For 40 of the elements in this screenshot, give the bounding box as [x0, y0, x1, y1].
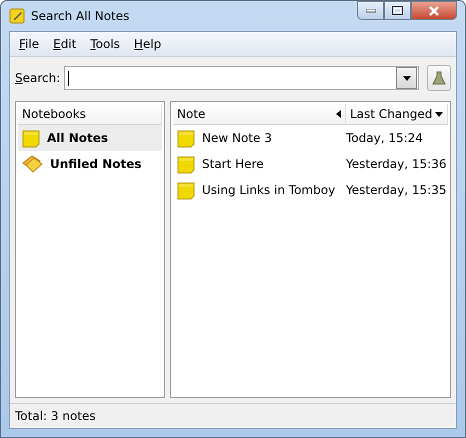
notepad-icon	[9, 8, 25, 24]
note-title: New Note 3	[202, 131, 272, 145]
notebook-icon	[22, 128, 41, 148]
notebook-item[interactable]: Unfiled Notes	[18, 151, 162, 177]
close-icon	[428, 6, 440, 16]
note-icon	[177, 154, 196, 174]
date-cell-text: Yesterday, 15:35	[345, 183, 448, 197]
menu-item[interactable]: File	[14, 35, 44, 53]
note-icon	[177, 128, 196, 148]
minimize-icon	[366, 8, 376, 12]
date-cell-text: Yesterday, 15:36	[345, 157, 448, 171]
menu-item[interactable]: Help	[128, 35, 166, 53]
stacked-notes-icon	[22, 154, 44, 174]
status-text: Total: 3 notes	[15, 409, 96, 423]
note-icon	[177, 180, 196, 200]
maximize-button[interactable]	[384, 1, 411, 20]
caret-icon	[402, 76, 410, 80]
maximize-icon	[392, 6, 403, 15]
close-button[interactable]	[411, 1, 457, 20]
note-title: Start Here	[202, 157, 264, 171]
clean-up-button[interactable]	[427, 65, 451, 91]
column-header[interactable]: Note	[173, 104, 346, 124]
window-title: Search All Notes	[31, 9, 130, 23]
sort-arrow-icon	[435, 112, 443, 116]
flask-icon	[432, 70, 446, 86]
column-header[interactable]: Last Changed	[346, 104, 448, 124]
menu-item[interactable]: Edit	[48, 35, 82, 53]
note-title: Using Links in Tomboy	[202, 183, 336, 197]
column-header[interactable]: Notebooks	[18, 104, 162, 124]
note-row[interactable]: Using Links in Tomboy Yesterday, 15:35	[173, 177, 448, 203]
menu-item[interactable]: Tools	[85, 35, 125, 53]
sort-arrow-icon	[336, 110, 341, 118]
search-field[interactable]	[64, 66, 419, 90]
search-label: Search:	[15, 71, 60, 85]
dropdown-button[interactable]	[396, 67, 417, 89]
notebook-item[interactable]: All Notes	[18, 125, 162, 151]
note-row[interactable]: New Note 3 Today, 15:24	[173, 125, 448, 151]
minimize-button[interactable]	[357, 1, 384, 20]
note-row[interactable]: Start Here Yesterday, 15:36	[173, 151, 448, 177]
date-cell-text: Today, 15:24	[345, 131, 424, 145]
